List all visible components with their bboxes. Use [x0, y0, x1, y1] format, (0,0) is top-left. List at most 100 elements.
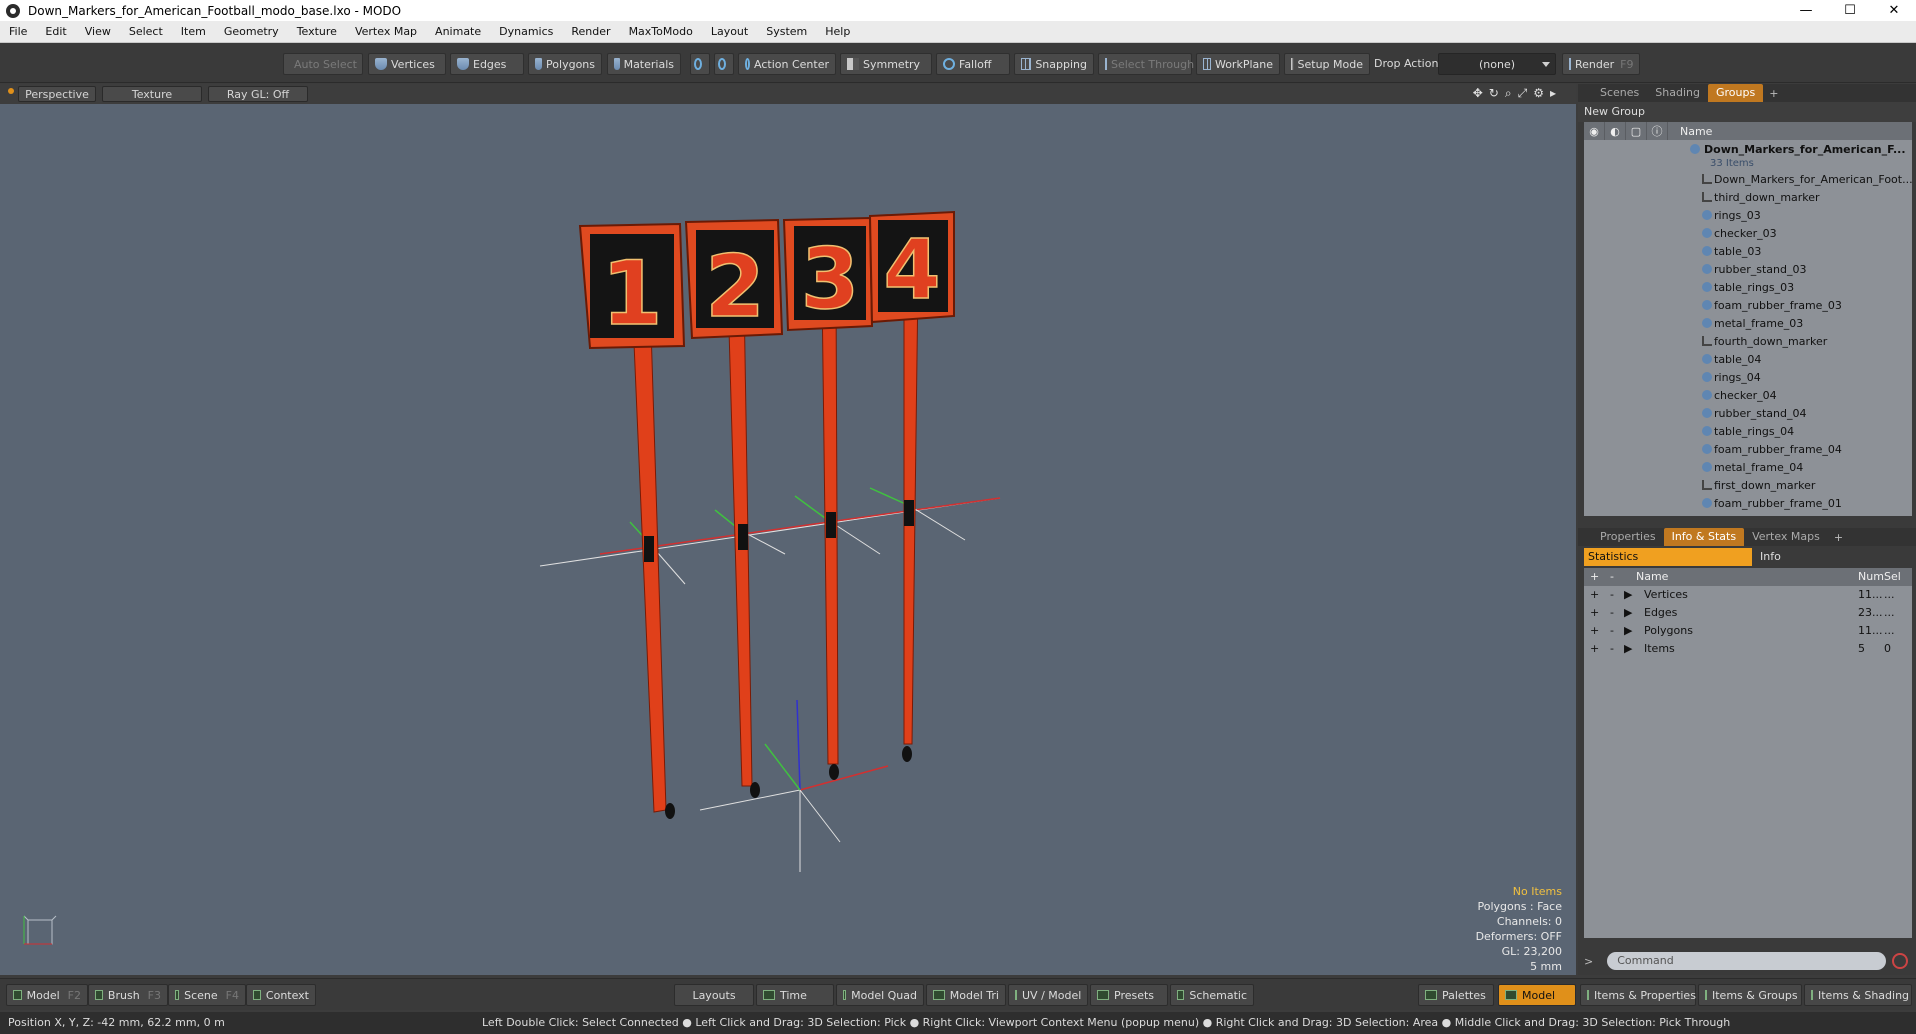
tab-vertex-maps[interactable]: Vertex Maps	[1744, 528, 1828, 546]
remove-icon[interactable]: -	[1610, 640, 1614, 658]
list-item[interactable]: third_down_marker	[1584, 188, 1912, 206]
minimize-button[interactable]: —	[1784, 0, 1828, 21]
polygons-button[interactable]: Polygons	[528, 53, 602, 75]
expand-arrow-icon[interactable]: ▶	[1624, 640, 1632, 658]
remove-icon[interactable]: -	[1610, 604, 1614, 622]
presets-button[interactable]: Presets	[1090, 984, 1168, 1006]
info-icon[interactable]: ⓘ	[1647, 122, 1668, 140]
down-marker-3[interactable]: 3	[782, 216, 874, 780]
select-through-button[interactable]: Select Through	[1098, 53, 1194, 75]
add-icon[interactable]: +	[1590, 604, 1599, 622]
snapping-button[interactable]: Snapping	[1014, 53, 1094, 75]
select-mode-b-button[interactable]	[714, 53, 734, 75]
time-button[interactable]: Time	[756, 984, 834, 1006]
lock-icon[interactable]: ▢	[1626, 122, 1647, 140]
add-icon[interactable]: +	[1590, 640, 1599, 658]
list-item[interactable]: checker_03	[1584, 224, 1912, 242]
list-item[interactable]: rubber_stand_03	[1584, 260, 1912, 278]
layouts-button[interactable]: Layouts	[674, 984, 754, 1006]
list-item[interactable]: table_03	[1584, 242, 1912, 260]
table-row[interactable]: + - ▶ Items 5 0	[1584, 640, 1912, 658]
menu-file[interactable]: File	[0, 25, 36, 38]
menu-view[interactable]: View	[76, 25, 120, 38]
table-row[interactable]: + - ▶ Vertices 11... ...	[1584, 586, 1912, 604]
setup-mode-button[interactable]: Setup Mode	[1284, 53, 1370, 75]
uv-model-button[interactable]: UV / Model	[1008, 984, 1088, 1006]
remove-icon[interactable]: -	[1610, 586, 1614, 604]
render-toggle-icon[interactable]: ◐	[1605, 122, 1626, 140]
eye-icon[interactable]: ◉	[1584, 122, 1605, 140]
new-group-button[interactable]: New Group	[1578, 102, 1916, 122]
list-item[interactable]: Down_Markers_for_American_Foot...	[1584, 170, 1912, 188]
expand-arrow-icon[interactable]: ▶	[1624, 586, 1632, 604]
select-mode-a-button[interactable]	[690, 53, 710, 75]
menu-render[interactable]: Render	[562, 25, 619, 38]
menu-geometry[interactable]: Geometry	[215, 25, 288, 38]
expand-arrow-icon[interactable]: ▶	[1624, 604, 1632, 622]
command-history-icon[interactable]: >	[1584, 955, 1593, 968]
list-item[interactable]: table_rings_03	[1584, 278, 1912, 296]
items-shading-button[interactable]: Items & Shading	[1804, 984, 1912, 1006]
list-item[interactable]: table_rings_04	[1584, 422, 1912, 440]
tab-info[interactable]: Info	[1752, 548, 1781, 566]
item-tree[interactable]: ◉ ◐ ▢ ⓘ Name Down_Markers_for_American_F…	[1584, 122, 1912, 516]
scene-layout-button[interactable]: Scene F4	[168, 984, 246, 1006]
add-icon[interactable]: +	[1590, 586, 1599, 604]
down-marker-2[interactable]: 2	[684, 218, 784, 798]
falloff-button[interactable]: Falloff	[936, 53, 1010, 75]
list-item[interactable]: foam_rubber_frame_04	[1584, 440, 1912, 458]
menu-help[interactable]: Help	[816, 25, 859, 38]
model-quad-button[interactable]: Model Quad	[836, 984, 924, 1006]
list-item[interactable]: table_04	[1584, 350, 1912, 368]
menu-layout[interactable]: Layout	[702, 25, 757, 38]
model-tab-button[interactable]: Model	[1498, 984, 1576, 1006]
workplane-button[interactable]: WorkPlane	[1196, 53, 1280, 75]
remove-icon[interactable]: -	[1610, 622, 1614, 640]
list-item[interactable]: first_down_marker	[1584, 476, 1912, 494]
maximize-button[interactable]: ☐	[1828, 0, 1872, 21]
context-layout-button[interactable]: Context	[246, 984, 316, 1006]
list-item[interactable]: metal_frame_03	[1584, 314, 1912, 332]
tab-statistics[interactable]: Statistics	[1584, 548, 1752, 566]
menu-maxtomodo[interactable]: MaxToModo	[620, 25, 702, 38]
down-marker-1[interactable]: 1	[578, 222, 686, 819]
list-item[interactable]: rubber_stand_04	[1584, 404, 1912, 422]
brush-layout-button[interactable]: Brush F3	[88, 984, 168, 1006]
menu-vertex-map[interactable]: Vertex Map	[346, 25, 426, 38]
table-row[interactable]: + - ▶ Polygons 11... ...	[1584, 622, 1912, 640]
list-item[interactable]: rings_03	[1584, 206, 1912, 224]
list-item[interactable]: foam_rubber_frame_03	[1584, 296, 1912, 314]
symmetry-button[interactable]: Symmetry	[840, 53, 932, 75]
expand-arrow-icon[interactable]: ▶	[1624, 622, 1632, 640]
list-item[interactable]: metal_frame_04	[1584, 458, 1912, 476]
close-button[interactable]: ✕	[1872, 0, 1916, 21]
items-properties-button[interactable]: Items & Properties	[1580, 984, 1696, 1006]
schematic-button[interactable]: Schematic	[1170, 984, 1254, 1006]
expand-all-icon[interactable]: +	[1590, 568, 1599, 586]
tab-groups[interactable]: Groups	[1707, 84, 1764, 102]
table-row[interactable]: + - ▶ Edges 23... ...	[1584, 604, 1912, 622]
3d-viewport[interactable]: Perspective Texture Ray GL: Off ✥ ↻ ⌕ ⤢ …	[0, 84, 1576, 975]
list-item[interactable]: fourth_down_marker	[1584, 332, 1912, 350]
menu-edit[interactable]: Edit	[36, 25, 75, 38]
tab-properties[interactable]: Properties	[1592, 528, 1664, 546]
add-tab-icon[interactable]: +	[1828, 531, 1849, 544]
list-item[interactable]: checker_04	[1584, 386, 1912, 404]
menu-system[interactable]: System	[757, 25, 816, 38]
drop-action-select[interactable]: (none)	[1438, 53, 1556, 75]
list-item[interactable]: foam_rubber_frame_01	[1584, 494, 1912, 512]
tab-info-stats[interactable]: Info & Stats	[1663, 528, 1745, 546]
tab-scenes[interactable]: Scenes	[1592, 84, 1647, 102]
palettes-button[interactable]: Palettes	[1418, 984, 1494, 1006]
edges-button[interactable]: Edges	[450, 53, 524, 75]
menu-texture[interactable]: Texture	[288, 25, 346, 38]
menu-item[interactable]: Item	[172, 25, 215, 38]
orientation-cube-icon[interactable]	[23, 915, 57, 945]
command-execute-icon[interactable]	[1892, 953, 1908, 969]
model-tri-button[interactable]: Model Tri	[926, 984, 1006, 1006]
menu-select[interactable]: Select	[120, 25, 172, 38]
tab-shading[interactable]: Shading	[1647, 84, 1708, 102]
model-layout-button[interactable]: Model F2	[6, 984, 88, 1006]
menu-animate[interactable]: Animate	[426, 25, 490, 38]
materials-button[interactable]: Materials	[607, 53, 681, 75]
